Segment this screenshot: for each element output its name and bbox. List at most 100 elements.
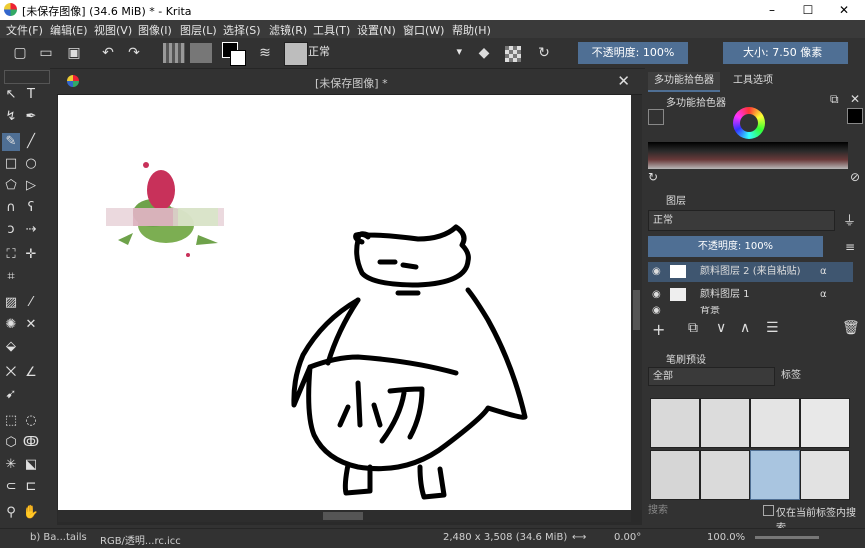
rect-select-icon[interactable]: ⬚ [2, 412, 20, 430]
polygon-select-icon[interactable]: ⬡ [2, 434, 20, 452]
horizontal-scrollbar[interactable] [58, 510, 631, 522]
menu-window[interactable]: 窗口(W) [403, 22, 444, 38]
edit-shapes-icon[interactable]: ↯ [2, 108, 20, 126]
brush-preset-6[interactable] [700, 450, 750, 500]
smart-patch-icon[interactable]: ✕ [22, 316, 40, 334]
refresh-icon[interactable]: ↻ [648, 170, 658, 184]
add-layer-icon[interactable]: + [652, 320, 665, 339]
no-color-icon[interactable]: ⊘ [850, 170, 860, 184]
close-panel-icon[interactable]: ✕ [850, 92, 860, 106]
brush-preset-4[interactable] [800, 398, 850, 448]
bezier-select-icon[interactable]: ⊂ [2, 478, 20, 496]
menu-select[interactable]: 选择(S) [223, 22, 261, 38]
drawing-canvas[interactable]: 小刀 [58, 95, 631, 510]
ellipse-select-icon[interactable]: ◌ [22, 412, 40, 430]
crop-tool-icon[interactable]: ⌗ [2, 268, 20, 286]
blend-mode-select[interactable]: 正常 ▾ [308, 42, 466, 62]
magnetic-select-icon[interactable]: ⊏ [22, 478, 40, 496]
alpha-icon[interactable]: α [820, 262, 827, 282]
tab-tool-options[interactable]: 工具选项 [727, 72, 779, 90]
only-current-tag-checkbox[interactable] [763, 505, 774, 516]
brush-preset-8[interactable] [800, 450, 850, 500]
bezier-tool-icon[interactable]: ∩ [2, 199, 20, 217]
reload-icon[interactable]: ↻ [536, 45, 552, 61]
brush-preset-3[interactable] [750, 398, 800, 448]
menu-file[interactable]: 文件(F) [6, 22, 43, 38]
measure-tool-icon[interactable]: ∠ [22, 364, 40, 382]
brush-settings-icon[interactable]: ≋ [257, 45, 273, 61]
layer-properties-icon[interactable]: ☰ [766, 320, 779, 336]
vertical-scrollbar[interactable] [631, 95, 642, 510]
assistant-tool-icon[interactable]: ⨉ [2, 364, 20, 382]
document-tab[interactable]: [未保存图像] * ✕ [57, 70, 642, 95]
pattern-swatch[interactable] [190, 43, 212, 63]
reference-images-icon[interactable]: ➹ [2, 386, 20, 404]
transform-tool-icon[interactable]: ⛶ [2, 246, 20, 264]
gradient-tool-icon[interactable]: ▨ [2, 294, 20, 312]
alpha-icon[interactable]: α [820, 285, 827, 305]
color-settings-icon[interactable] [648, 109, 664, 125]
filter-icon[interactable]: ⏚ [843, 210, 856, 229]
tab-color-selector[interactable]: 多功能拾色器 [648, 72, 720, 92]
brush-preset-icon[interactable] [284, 42, 308, 66]
menu-edit[interactable]: 编辑(E) [50, 22, 88, 38]
freehand-path-icon[interactable]: ʕ [22, 199, 40, 217]
move-tool-icon[interactable]: ✛ [22, 246, 40, 264]
brush-search-input[interactable]: 搜索 [648, 503, 758, 519]
horizontal-scroll-thumb[interactable] [323, 512, 363, 520]
gradient-swatch[interactable] [163, 43, 185, 63]
brush-filter-select[interactable]: 全部 [648, 367, 775, 386]
layer-row-paint1[interactable]: ◉ 颜料图层 1 α [648, 285, 853, 305]
close-document-icon[interactable]: ✕ [617, 72, 630, 90]
vertical-scroll-thumb[interactable] [633, 290, 640, 330]
layer-opacity-slider[interactable]: 不透明度: 100% [648, 236, 823, 257]
zoom-tool-icon[interactable]: ⚲ [2, 504, 20, 522]
rectangle-tool-icon[interactable]: □ [2, 155, 20, 173]
contiguous-select-icon[interactable]: ✳ [2, 456, 20, 474]
select-shapes-icon[interactable]: ↖ [2, 86, 20, 104]
maximize-button[interactable]: ☐ [792, 0, 824, 20]
line-tool-icon[interactable]: ╱ [22, 133, 40, 151]
brush-preset-selected[interactable] [750, 450, 800, 500]
menu-image[interactable]: 图像(I) [138, 22, 172, 38]
layer-row-background[interactable]: ◉ 背景 [648, 306, 853, 317]
calligraphy-icon[interactable]: ✒ [22, 108, 40, 126]
eraser-icon[interactable]: ◆ [476, 45, 492, 61]
save-icon[interactable]: ▣ [66, 45, 82, 61]
background-color-swatch[interactable] [230, 50, 246, 66]
move-up-icon[interactable]: ∧ [740, 320, 750, 336]
alpha-lock-icon[interactable] [505, 46, 521, 62]
menu-help[interactable]: 帮助(H) [452, 22, 491, 38]
brush-size-slider[interactable]: 大小: 7.50 像素 [723, 42, 848, 64]
layer-row-pasted[interactable]: ◉ 颜料图层 2 (来自粘贴) α [648, 262, 853, 282]
delete-layer-icon[interactable]: 🗑 [842, 320, 860, 336]
menu-layer[interactable]: 图层(L) [180, 22, 217, 38]
undo-icon[interactable]: ↶ [100, 45, 116, 61]
dynamic-brush-icon[interactable]: ↄ [2, 221, 20, 239]
similar-select-icon[interactable]: ⬕ [22, 456, 40, 474]
zoom-slider[interactable] [755, 536, 819, 539]
new-document-icon[interactable]: ▢ [12, 45, 28, 61]
open-folder-icon[interactable]: ▭ [38, 45, 54, 61]
polygon-tool-icon[interactable]: ⬠ [2, 177, 20, 195]
eye-icon[interactable]: ◉ [652, 285, 661, 305]
eye-icon[interactable]: ◉ [652, 262, 661, 282]
ellipse-tool-icon[interactable]: ○ [22, 155, 40, 173]
menu-view[interactable]: 视图(V) [94, 22, 132, 38]
freehand-select-icon[interactable]: ↂ [22, 434, 40, 452]
float-panel-icon[interactable]: ⧉ [830, 92, 839, 107]
brush-tag-button[interactable]: 标签 [781, 367, 823, 384]
close-window-button[interactable]: ✕ [828, 0, 860, 20]
current-color-swatch[interactable] [847, 108, 863, 124]
brush-preset-1[interactable] [650, 398, 700, 448]
color-wheel[interactable] [733, 107, 765, 139]
rotation-icon[interactable]: ⟷ [572, 532, 586, 543]
brush-preset-5[interactable] [650, 450, 700, 500]
menu-settings[interactable]: 设置(N) [357, 22, 396, 38]
color-picker-icon[interactable]: ⁄ [22, 294, 40, 312]
opacity-slider[interactable]: 不透明度: 100% [578, 42, 688, 64]
layer-blend-select[interactable]: 正常 [648, 210, 835, 231]
colorize-mask-icon[interactable]: ✺ [2, 316, 20, 334]
menu-tools[interactable]: 工具(T) [313, 22, 350, 38]
redo-icon[interactable]: ↷ [126, 45, 142, 61]
